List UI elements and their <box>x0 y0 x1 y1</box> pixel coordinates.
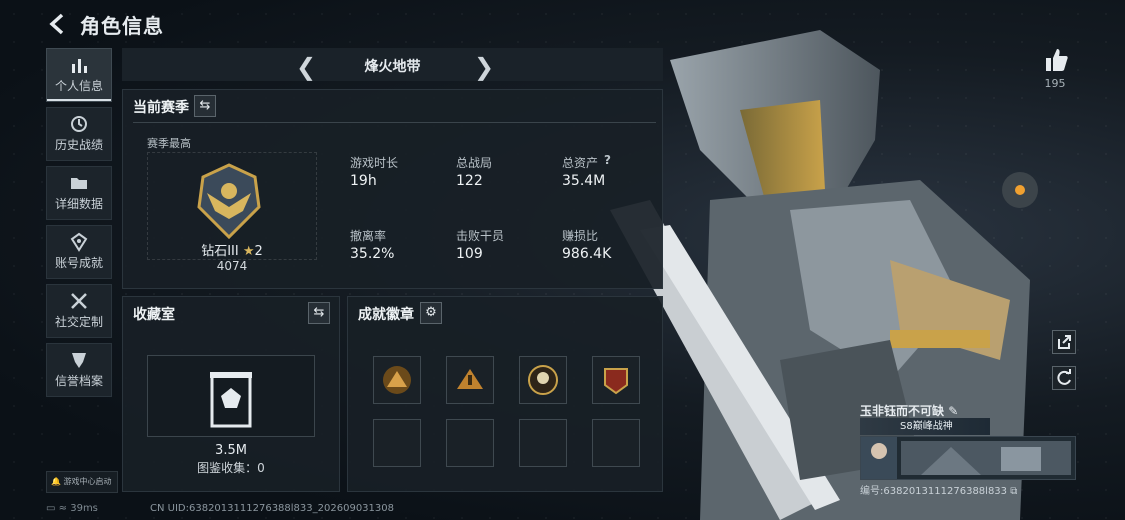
achievement-icon <box>70 232 88 252</box>
bar-chart-icon <box>72 59 87 73</box>
sidebar-item-label: 账号成就 <box>54 256 103 270</box>
sidebar-item-achievements[interactable]: 账号成就 <box>46 225 112 279</box>
badge-slot[interactable] <box>519 356 567 404</box>
settings-gear-icon[interactable]: ⚙ <box>420 302 442 324</box>
badge-icon <box>457 369 483 389</box>
stat-value: 35.4M <box>562 173 606 189</box>
badge-slot-empty[interactable] <box>592 419 640 467</box>
panel-title: 收藏室 <box>133 307 175 323</box>
sidebar-item-social-custom[interactable]: 社交定制 <box>46 284 112 338</box>
badge-slot[interactable] <box>592 356 640 404</box>
help-icon[interactable]: ? <box>604 153 611 167</box>
collection-value: 3.5M <box>215 443 247 458</box>
sidebar-item-personal-info[interactable]: 个人信息 <box>46 48 112 102</box>
display-case-icon <box>210 372 252 428</box>
stat-label: 游戏时长 <box>350 156 399 170</box>
badge-slot-empty[interactable] <box>373 419 421 467</box>
stat-label: 撤离率 <box>350 229 387 243</box>
battery-icon: ▭ <box>46 503 56 514</box>
copy-icon[interactable]: ⧉ <box>1010 486 1017 497</box>
stat-label: 总战局 <box>456 156 493 170</box>
page-title: 角色信息 <box>80 14 164 38</box>
wifi-icon: ≈ <box>58 503 68 514</box>
season-name: 烽火地带 <box>364 59 421 75</box>
stat-value: 35.2% <box>350 246 395 262</box>
shield-icon <box>72 353 86 368</box>
player-name: 玉非钰而不可缺 ✎ <box>860 404 959 418</box>
player-id: 编号:6382013111276388l833 ⧉ <box>860 486 1018 497</box>
badge-icon <box>604 368 628 395</box>
badge-slot[interactable] <box>373 356 421 404</box>
refresh-icon[interactable] <box>1052 366 1076 390</box>
badge-slot-empty[interactable] <box>519 419 567 467</box>
stat-value: 109 <box>456 246 483 262</box>
sidebar-item-label: 详细数据 <box>54 197 103 211</box>
status-bar: ▭ ≈ 39ms <box>46 503 98 514</box>
sidebar-item-reputation[interactable]: 信誉档案 <box>46 343 112 397</box>
share-icon[interactable] <box>1052 330 1076 354</box>
thumbs-up-icon[interactable] <box>1043 47 1069 73</box>
sidebar-item-label: 社交定制 <box>54 315 103 329</box>
season-best-label: 赛季最高 <box>147 137 191 150</box>
badge-slot[interactable] <box>446 356 494 404</box>
rank-emblem-icon <box>197 163 261 239</box>
back-arrow-icon[interactable] <box>46 12 70 36</box>
badge-slot-empty[interactable] <box>446 419 494 467</box>
game-center-launch[interactable]: 🔔 游戏中心启动 <box>46 471 118 493</box>
stat-value: 986.4K <box>562 246 612 262</box>
star-icon: ★ <box>242 244 255 259</box>
chevron-right-icon[interactable]: ❯ <box>474 53 494 81</box>
player-card-banner[interactable] <box>860 436 1076 480</box>
stat-value: 122 <box>456 173 483 189</box>
rank-score: 4074 <box>216 259 248 273</box>
stat-value: 19h <box>350 173 377 189</box>
game-center-label: 游戏中心启动 <box>63 477 112 486</box>
ping-value: 39ms <box>70 503 98 514</box>
player-card-illustration <box>861 437 1071 479</box>
folder-icon <box>71 178 87 189</box>
panel-title: 成就徽章 <box>358 307 414 323</box>
sidebar-item-detailed-data[interactable]: 详细数据 <box>46 166 112 220</box>
swap-icon[interactable]: ⇆ <box>308 302 330 324</box>
stat-label: 赚损比 <box>562 229 599 243</box>
tools-icon <box>71 293 87 309</box>
divider <box>133 122 656 123</box>
badge-icon <box>528 365 558 395</box>
stat-label: 总资产 <box>562 156 599 170</box>
history-icon <box>71 116 87 132</box>
sidebar-item-label: 历史战绩 <box>54 138 103 152</box>
swap-icon[interactable]: ⇆ <box>194 95 216 117</box>
stat-label: 击败干员 <box>456 229 505 243</box>
edit-pencil-icon[interactable]: ✎ <box>948 404 958 418</box>
sidebar-item-history[interactable]: 历史战绩 <box>46 107 112 161</box>
uid-text: CN UID:6382013111276388l833_202609031308 <box>150 503 394 514</box>
like-count: 195 <box>1044 77 1066 90</box>
game-screen: 角色信息 个人信息 历史战绩 详细数据 账号成就 社交定制 信誉档案 ❮ 烽火地… <box>0 0 1125 520</box>
rank-name: 钻石III ★2 <box>201 244 263 259</box>
badge-icon <box>383 366 411 394</box>
sidebar-item-label: 信誉档案 <box>54 374 103 388</box>
player-title-badge: S8巅峰战神 <box>860 418 990 435</box>
panel-title: 当前赛季 <box>133 100 189 116</box>
sidebar-item-label: 个人信息 <box>54 79 103 93</box>
collection-progress: 图鉴收集：0 <box>197 461 265 475</box>
